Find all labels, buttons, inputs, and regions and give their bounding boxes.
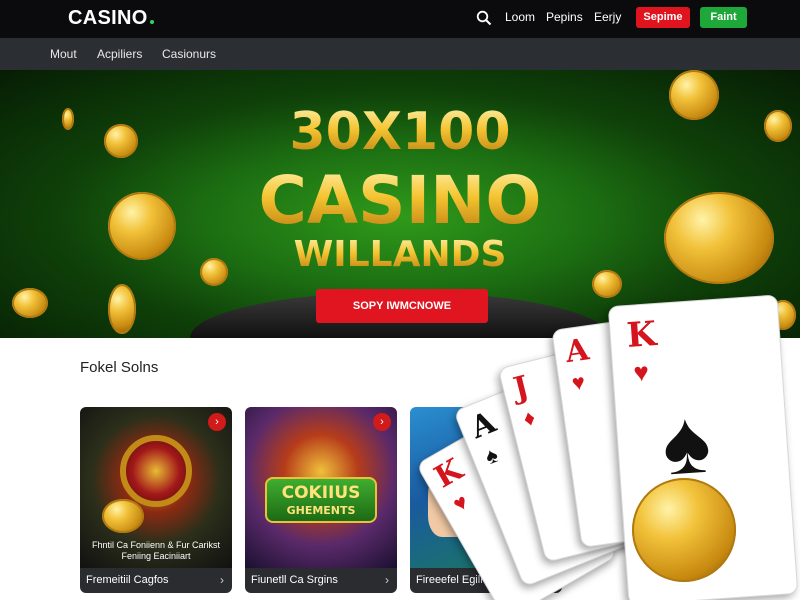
subnav-item-1[interactable]: Mout — [50, 47, 77, 61]
game-card[interactable]: Fhntil Ca Foniienn & Fur Carikst Feniing… — [80, 407, 232, 593]
hero-banner: 30X100 CASINO WILLANDS SOPY IWMCNOWE — [0, 70, 800, 338]
login-button[interactable]: Faint — [700, 7, 747, 28]
hero-title-line2: CASINO — [0, 162, 800, 239]
card-rank: K — [428, 452, 469, 496]
search-icon[interactable] — [476, 10, 492, 26]
game-card-art: Fhntil Ca Foniienn & Fur Carikst Feniing… — [80, 407, 232, 568]
chevron-right-icon[interactable]: › — [220, 573, 224, 587]
heart-icon: ♥ — [448, 488, 473, 517]
heart-icon: ♥ — [632, 356, 650, 388]
game-card-art: COKIIUS GHEMENTS — [245, 407, 397, 568]
hero-title-line3: WILLANDS — [0, 234, 800, 275]
subnav-item-3[interactable]: Casionurs — [162, 47, 216, 61]
secondary-nav: Mout Acpiliers Casionurs — [0, 38, 800, 70]
logo-dot-icon — [149, 20, 154, 24]
card-rank: K — [625, 314, 658, 356]
hero-cta-button[interactable]: SOPY IWMCNOWE — [316, 289, 488, 323]
spade-icon: ♠ — [659, 391, 714, 495]
favorite-icon[interactable]: › — [373, 413, 391, 431]
section-title: Fokel Solns — [80, 359, 159, 376]
card-rank: A — [465, 404, 501, 447]
game-card-footer: Fremeitiil Cagfos › — [80, 568, 232, 593]
hero-title-line1: 30X100 — [0, 102, 800, 162]
casino-page: CASINO Loom Pepins Eerjy Sepime Faint Mo… — [0, 0, 800, 600]
chevron-right-icon[interactable]: › — [385, 573, 389, 587]
card-rank: J — [510, 369, 533, 407]
diamond-icon: ♦ — [520, 404, 538, 432]
logo[interactable]: CASINO — [68, 7, 154, 30]
coin-icon — [108, 284, 136, 334]
card-rank: A — [563, 332, 592, 371]
game-card[interactable]: COKIIUS GHEMENTS › Fiunetll Ca Srgins › — [245, 407, 397, 593]
game-card-title: Fremeitiil Cagfos — [86, 574, 169, 586]
signup-button[interactable]: Sepime — [636, 7, 690, 28]
heart-icon: ♥ — [570, 369, 587, 396]
game-card-title: Fiunetll Ca Srgins — [251, 574, 338, 586]
favorite-icon[interactable]: › — [208, 413, 226, 431]
nav-link-2[interactable]: Pepins — [546, 10, 583, 24]
subnav-item-2[interactable]: Acpiliers — [97, 47, 142, 61]
coin-icon — [102, 499, 144, 533]
nav-link-1[interactable]: Loom — [505, 10, 535, 24]
logo-text: CASINO — [68, 7, 148, 29]
game-card-description: Fhntil Ca Foniienn & Fur Carikst Feniing… — [91, 540, 221, 561]
game-logo-text-2: GHEMENTS — [286, 504, 356, 517]
coin-icon — [12, 288, 48, 318]
nav-link-3[interactable]: Eerjy — [594, 10, 621, 24]
roulette-wheel-icon — [120, 435, 192, 507]
spade-icon: ♠ — [481, 441, 502, 470]
top-bar: CASINO Loom Pepins Eerjy Sepime Faint — [0, 0, 800, 38]
game-card-footer: Fiunetll Ca Srgins › — [245, 568, 397, 593]
game-logo-text-1: COKIIUS — [281, 483, 361, 503]
gold-chip-icon — [632, 478, 736, 582]
